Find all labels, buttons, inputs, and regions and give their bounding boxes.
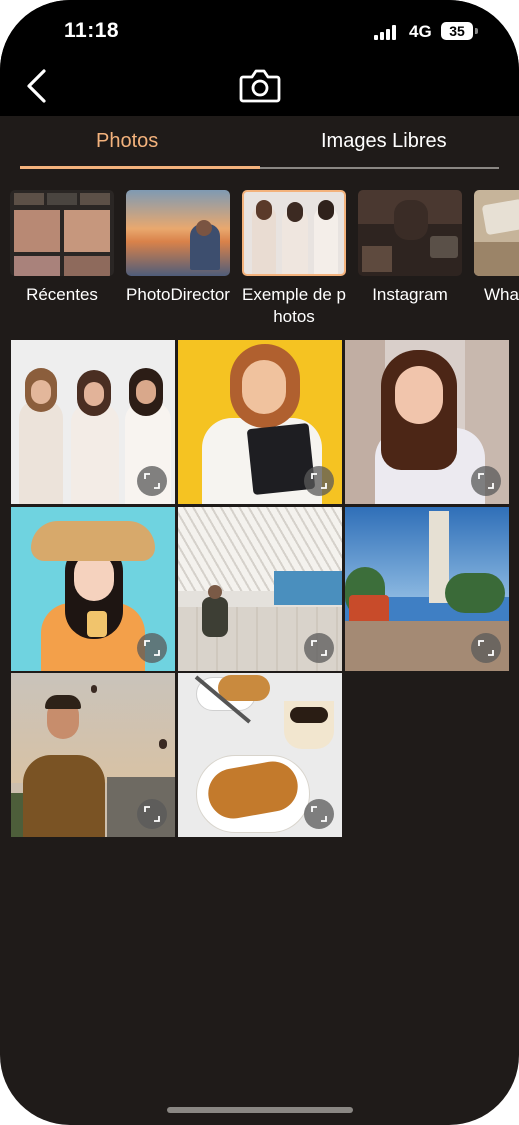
album-thumb (10, 190, 114, 276)
album-whatsapp[interactable]: Wha (474, 190, 519, 306)
tab-photos[interactable]: Photos (96, 130, 158, 153)
expand-icon[interactable] (471, 466, 501, 496)
chevron-left-icon (27, 69, 46, 103)
photo-thumbnail[interactable] (345, 507, 509, 671)
camera-icon (239, 69, 281, 103)
photo-thumbnail[interactable] (345, 340, 509, 504)
photo-thumbnail[interactable] (178, 673, 342, 837)
album-label: Récentes (26, 285, 98, 304)
tab-bar: Photos Images Libres (0, 116, 519, 172)
album-label: Instagram (372, 285, 448, 304)
expand-icon[interactable] (137, 466, 167, 496)
album-recentes[interactable]: Récentes (10, 190, 114, 306)
expand-icon[interactable] (471, 633, 501, 663)
album-label: PhotoDirector (126, 285, 230, 304)
battery-icon: 35 (441, 22, 473, 40)
status-time: 11:18 (64, 19, 120, 42)
expand-icon[interactable] (137, 633, 167, 663)
tab-indicator-track (260, 167, 499, 169)
back-button[interactable] (24, 68, 50, 104)
album-thumb (358, 190, 462, 276)
expand-icon[interactable] (137, 799, 167, 829)
photo-thumbnail[interactable] (11, 340, 175, 504)
battery-tip (475, 28, 478, 34)
network-label: 4G (409, 22, 432, 41)
album-thumb (126, 190, 230, 276)
photo-thumbnail[interactable] (11, 673, 175, 837)
tab-indicator-active (20, 166, 260, 169)
album-photodirector[interactable]: PhotoDirector (126, 190, 230, 306)
signal-icon (374, 25, 400, 40)
expand-icon[interactable] (304, 633, 334, 663)
tab-images-libres[interactable]: Images Libres (321, 130, 447, 153)
photo-thumbnail[interactable] (178, 340, 342, 504)
album-instagram[interactable]: Instagram (358, 190, 462, 306)
expand-icon[interactable] (304, 466, 334, 496)
album-strip: Récentes PhotoDirector Exemple de photos (0, 190, 519, 330)
camera-button[interactable] (239, 68, 281, 104)
home-indicator[interactable] (167, 1107, 353, 1113)
album-label: Exemple de photos (242, 285, 346, 326)
phone-screen: 11:18 4G 35 Photos Images Libres Récente… (0, 0, 519, 1125)
album-label: Wha (484, 285, 519, 304)
photo-thumbnail[interactable] (11, 507, 175, 671)
album-exemple[interactable]: Exemple de photos (242, 190, 346, 328)
top-bar: 11:18 4G 35 (0, 0, 519, 116)
photo-thumbnail[interactable] (178, 507, 342, 671)
expand-icon[interactable] (304, 799, 334, 829)
album-thumb (474, 190, 519, 276)
album-thumb (242, 190, 346, 276)
